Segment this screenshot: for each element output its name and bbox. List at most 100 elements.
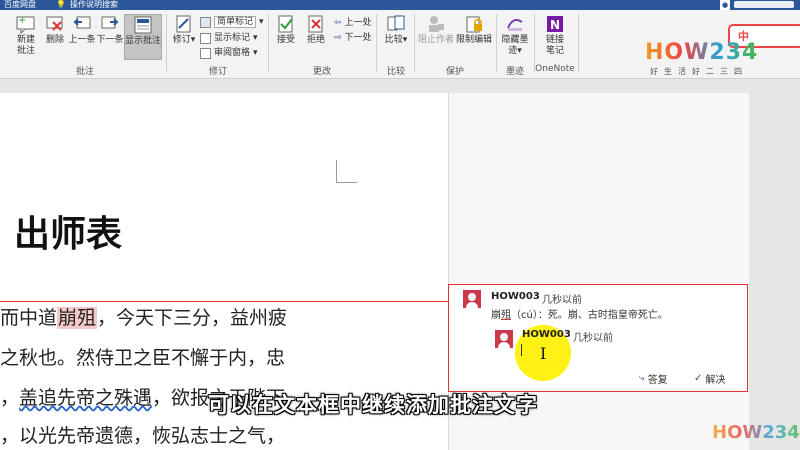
line-text: ，以光先帝遗德，恢弘志士之气， — [0, 425, 286, 447]
accept-button[interactable]: 接受 — [272, 14, 300, 46]
comment-text-part: 崩 — [491, 310, 501, 321]
hide-ink-label: 隐藏墨 迹 — [501, 35, 529, 56]
ink-group-label: 墨迹 — [505, 67, 524, 77]
markup-select-value: 简单标记 — [214, 16, 257, 28]
svg-text:N: N — [550, 18, 560, 32]
block-authors-icon — [429, 16, 444, 32]
delete-comment-button[interactable]: 删除 — [44, 14, 66, 46]
restrict-editing-button[interactable]: 限制编辑 — [456, 14, 492, 46]
onenote-group-label: OneNote — [535, 64, 575, 74]
block-authors-label: 阻止作者 — [418, 35, 455, 45]
watermark: HOW234 — [712, 422, 800, 443]
chevron-down-icon: ▾ — [259, 17, 264, 27]
comment-text-part: （cú）：死。崩、古时指皇帝死亡。 — [511, 310, 668, 321]
reply-text-caret[interactable] — [521, 344, 522, 356]
previous-comment-icon — [73, 16, 91, 29]
comment-connector-line — [0, 301, 448, 302]
commented-text[interactable]: 崩殂 — [57, 307, 98, 329]
compare-icon — [387, 15, 405, 31]
lightbulb-icon: 💡 — [56, 0, 66, 9]
app-name: 百度网盘 — [4, 0, 36, 9]
review-pane-icon — [200, 47, 211, 59]
markup-select[interactable]: 简单标记 ▾ — [200, 16, 264, 28]
ribbon-separator — [166, 14, 167, 72]
line-text: 而中道 — [0, 307, 58, 329]
review-pane-button[interactable]: 审阅窗格 ▾ — [200, 47, 258, 59]
chevron-down-icon: ▾ — [253, 33, 258, 43]
ribbon-separator — [268, 14, 269, 72]
avatar — [463, 290, 481, 308]
reject-icon — [308, 15, 323, 33]
comment-balloon[interactable]: HOW003 几秒以前 崩殂（cú）：死。崩、古时指皇帝死亡。 HOW003 几… — [448, 284, 748, 392]
document-line[interactable]: ，以光先帝遗德，恢弘志士之气， — [0, 421, 285, 448]
next-change-label: 下一处 — [344, 33, 372, 43]
reject-label: 拒绝 — [306, 35, 325, 45]
new-comment-label: 新建 批注 — [16, 35, 35, 56]
hide-ink-button[interactable]: 隐藏墨 迹▾ — [500, 14, 530, 57]
next-comment-icon — [101, 16, 119, 29]
review-ribbon: + 新建 批注 删除 上一条 下一条 显示批注 批注 修订▾ 简单标记 ▾ 显示标… — [0, 10, 800, 79]
ribbon-separator — [578, 14, 579, 72]
resolve-button[interactable]: ✓ 解决 — [694, 371, 725, 386]
tell-me-search[interactable]: 操作说明搜索 — [70, 0, 118, 10]
next-label: 下一条 — [96, 35, 124, 45]
account-icon[interactable]: ● — [720, 0, 730, 10]
tracking-group-label: 修订 — [208, 67, 227, 77]
next-change-button[interactable]: ⇨ 下一处 — [334, 32, 372, 44]
document-line[interactable]: 之秋也。然侍卫之臣不懈于内，忠 — [0, 343, 285, 370]
review-pane-label: 审阅窗格 — [214, 48, 251, 58]
reply-author: HOW003 — [522, 329, 571, 340]
compare-label: 比较 — [384, 35, 403, 45]
show-markup-button[interactable]: 显示标记 ▾ — [200, 32, 258, 44]
restrict-editing-label: 限制编辑 — [456, 35, 493, 45]
watermark-text: HOW234 — [712, 422, 800, 443]
previous-comment-button[interactable]: 上一条 — [68, 14, 96, 46]
track-changes-label: 修订 — [172, 35, 191, 45]
delete-label: 删除 — [45, 35, 64, 45]
comment-text-part: 殂 — [501, 310, 511, 321]
resolve-icon: ✓ — [694, 373, 703, 384]
video-subtitle: 可以在文本框中继续添加批注文字 — [208, 393, 538, 417]
resolve-label: 解决 — [705, 375, 726, 386]
document-line[interactable]: 而中道崩殂，今天下三分，益州疲 — [0, 303, 287, 330]
compare-group-label: 比较 — [386, 67, 405, 77]
lock-icon — [466, 16, 482, 33]
track-changes-button[interactable]: 修订▾ — [170, 14, 198, 46]
arrow-left-icon: ⇦ — [334, 18, 342, 28]
comment-time: 几秒以前 — [542, 295, 582, 306]
line-text: ，今天下三分，益州疲 — [97, 307, 288, 329]
accept-label: 接受 — [276, 35, 295, 45]
protect-group-label: 保护 — [445, 67, 464, 77]
comment-text[interactable]: 崩殂（cú）：死。崩、古时指皇帝死亡。 — [491, 306, 668, 321]
grammar-flagged-text[interactable]: 盖追先帝之殊遇 — [19, 387, 152, 409]
ribbon-separator — [376, 14, 377, 72]
next-comment-button[interactable]: 下一条 — [96, 14, 124, 46]
chevron-down-icon: ▾ — [402, 35, 408, 45]
logo: HOW234 — [645, 40, 758, 65]
ribbon-separator — [414, 14, 415, 72]
new-comment-button[interactable]: + 新建 批注 — [10, 14, 42, 57]
document-title[interactable]: 出师表 — [14, 205, 122, 257]
previous-change-button[interactable]: ⇦ 上一处 — [334, 17, 372, 29]
reply-label: 答复 — [647, 375, 668, 386]
compare-button[interactable]: 比较▾ — [382, 14, 410, 46]
show-markup-icon — [200, 32, 211, 44]
linked-notes-button[interactable]: N 链接 笔记 — [538, 14, 572, 57]
logo-text: HOW234 — [645, 40, 759, 65]
arrow-right-icon: ⇨ — [334, 33, 342, 43]
comment-author: HOW003 — [491, 291, 540, 302]
comments-group-label: 批注 — [75, 67, 94, 77]
show-comments-button[interactable]: 显示批注 — [124, 14, 162, 60]
changes-group-label: 更改 — [312, 67, 331, 77]
block-authors-button[interactable]: 阻止作者 — [418, 14, 454, 46]
chevron-down-icon: ▾ — [190, 35, 196, 45]
reply-icon: ⤷ — [639, 373, 645, 384]
window-controls[interactable] — [734, 1, 794, 8]
title-bar: 百度网盘 💡 操作说明搜索 ● — [0, 0, 800, 10]
previous-label: 上一条 — [68, 35, 96, 45]
reject-button[interactable]: 拒绝 — [302, 14, 330, 46]
line-text: ， — [0, 387, 20, 409]
delete-comment-icon — [46, 16, 63, 31]
show-markup-label: 显示标记 — [214, 33, 251, 43]
reply-button[interactable]: ⤷ 答复 — [639, 371, 668, 386]
